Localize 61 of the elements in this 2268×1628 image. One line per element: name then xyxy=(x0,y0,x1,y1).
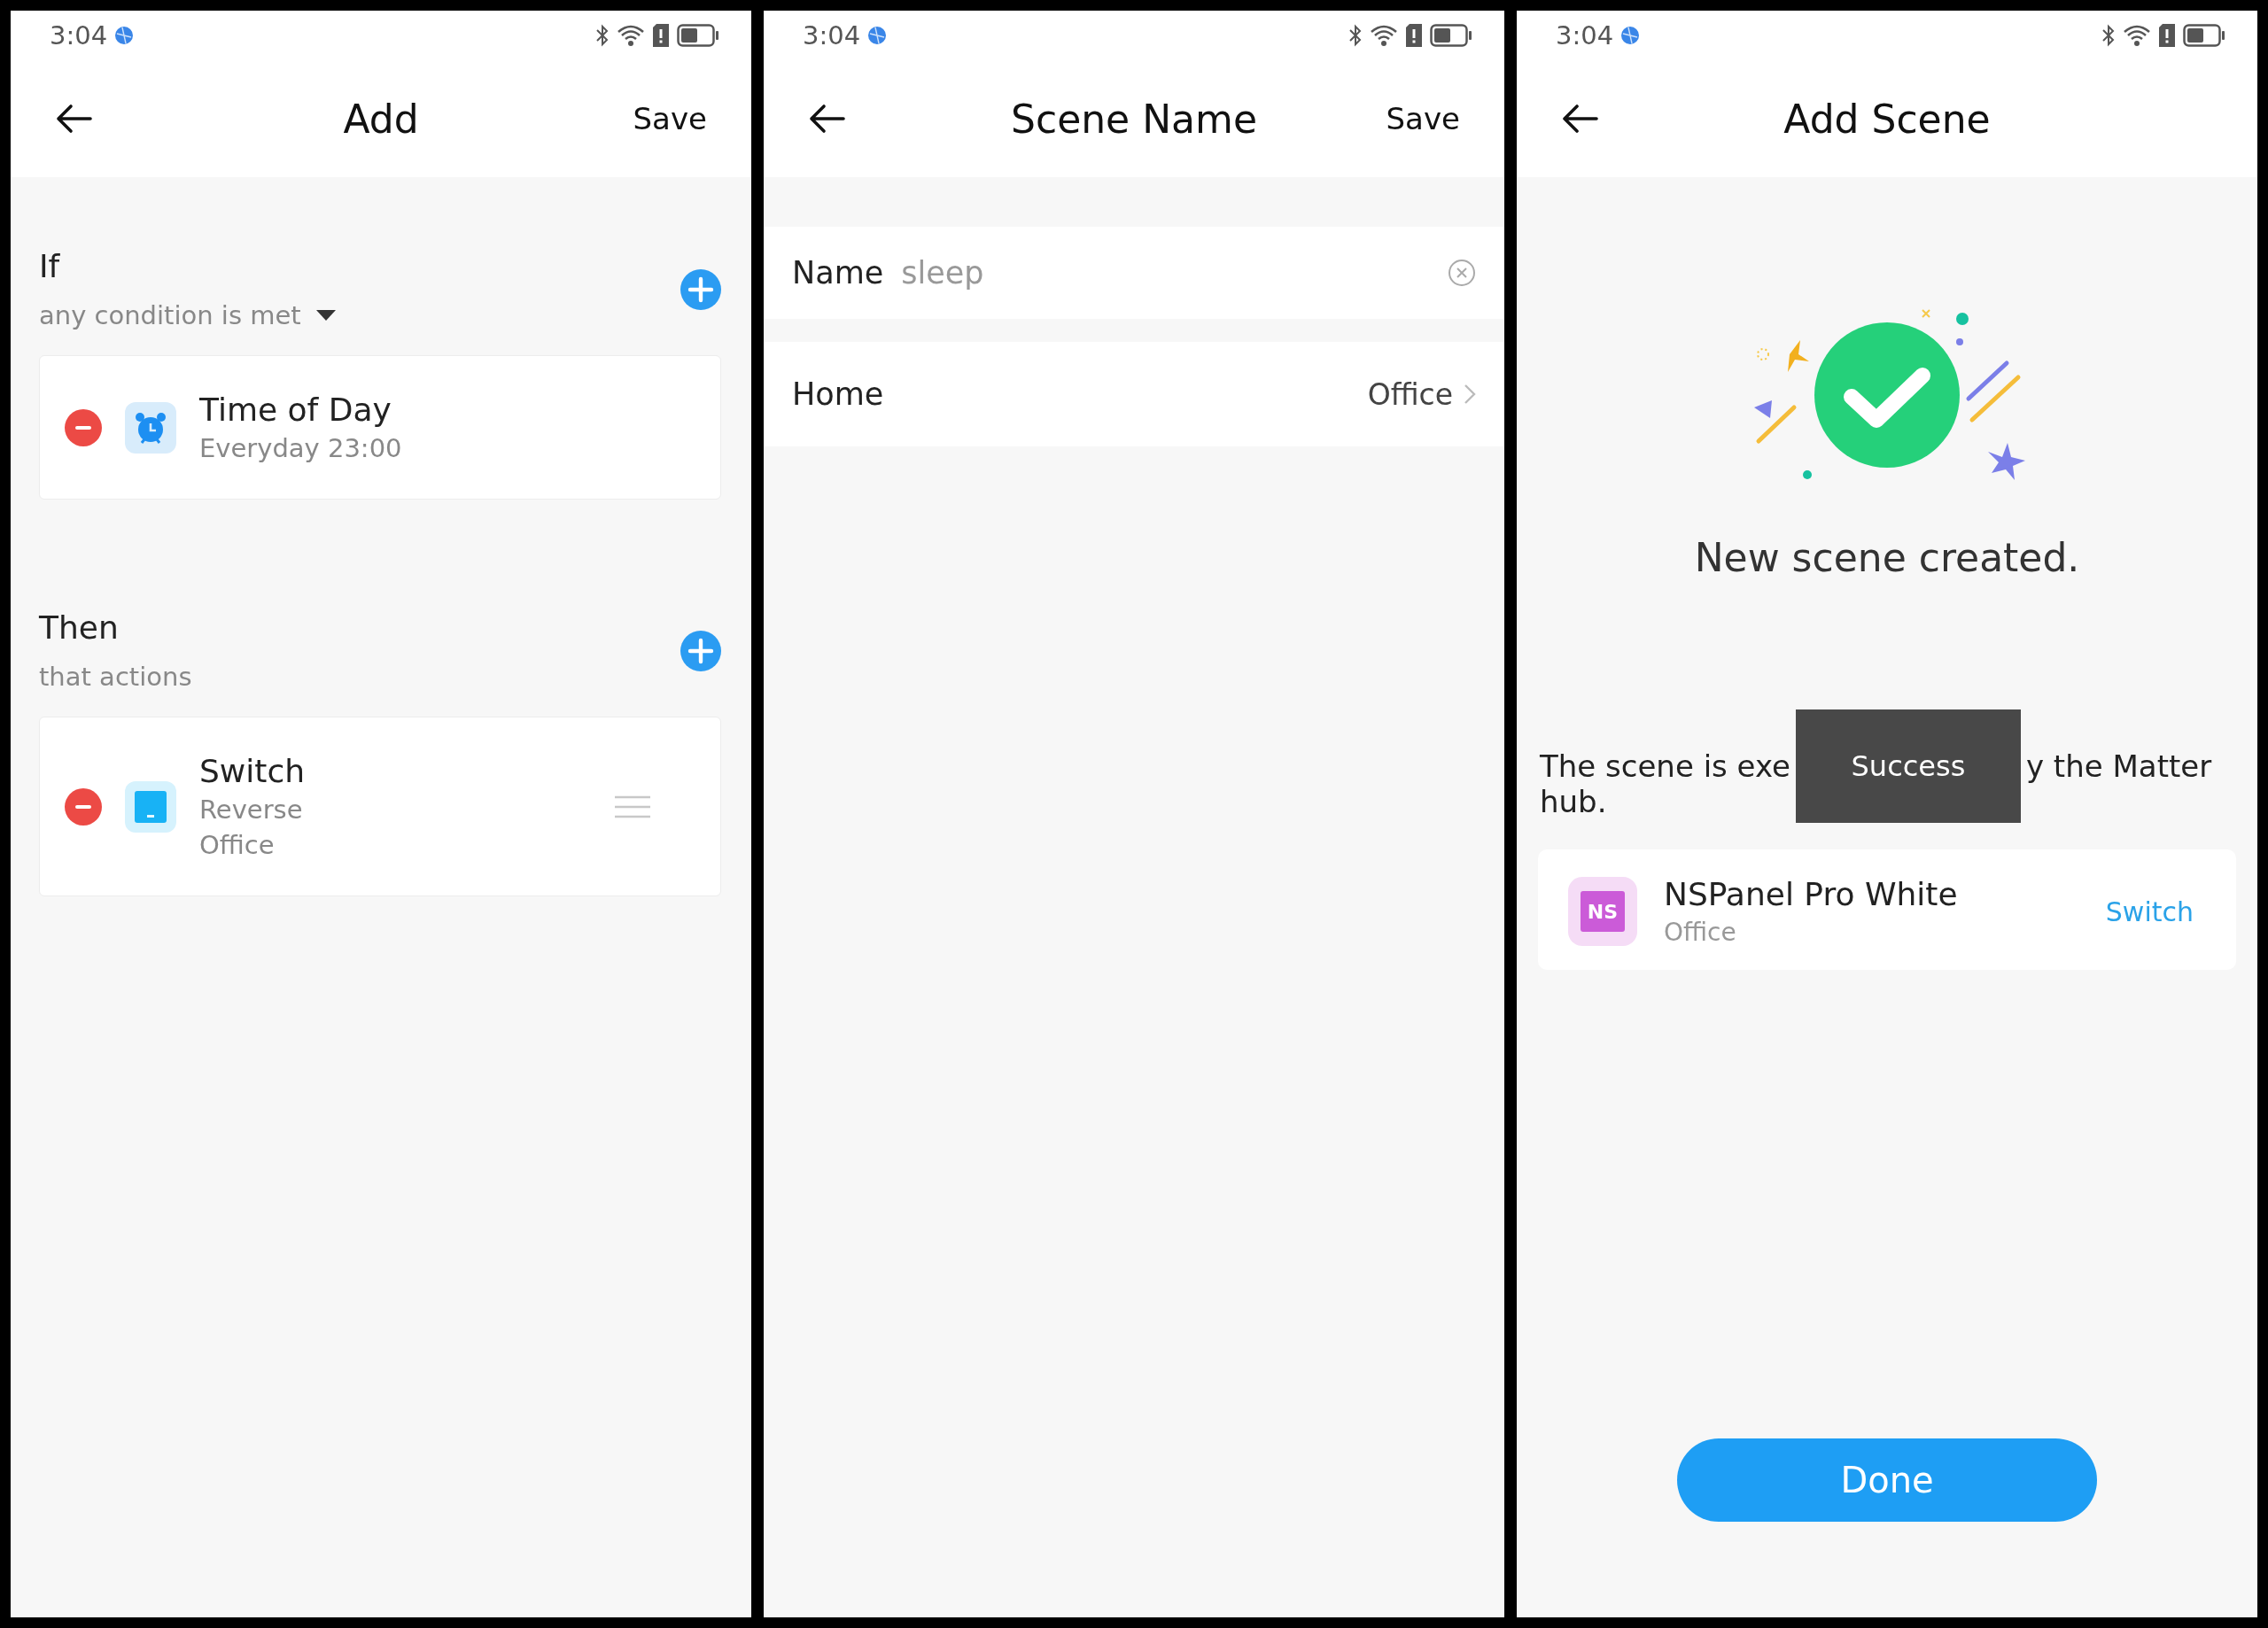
battery-icon xyxy=(2183,24,2225,47)
globe-icon xyxy=(114,26,135,45)
wifi-icon xyxy=(617,24,645,47)
field-value: sleep xyxy=(901,255,985,291)
device-name: NSPanel Pro White xyxy=(1664,876,1959,912)
field-label: Name xyxy=(792,255,884,291)
row-label: Home xyxy=(792,376,884,412)
chevron-right-icon xyxy=(1464,384,1476,405)
battery-icon xyxy=(1430,24,1472,47)
back-arrow-icon[interactable] xyxy=(1561,104,1598,134)
alarm-clock-icon xyxy=(125,401,176,454)
sim-alert-icon xyxy=(652,23,670,48)
section-subtitle: any condition is met xyxy=(39,300,301,330)
remove-icon[interactable] xyxy=(65,408,102,446)
screen-title: Add xyxy=(343,96,419,142)
wifi-icon xyxy=(2123,24,2151,47)
switch-icon xyxy=(125,780,176,833)
wifi-icon xyxy=(1370,24,1398,47)
status-time: 3:04 xyxy=(803,20,861,50)
success-message: New scene created. xyxy=(1694,535,2080,580)
back-arrow-icon[interactable] xyxy=(55,104,92,134)
item-detail: Everyday 23:00 xyxy=(199,433,403,463)
device-badge: NS xyxy=(1568,877,1637,946)
sim-alert-icon xyxy=(2158,23,2176,48)
add-icon[interactable] xyxy=(680,630,721,671)
caret-icon[interactable] xyxy=(315,309,337,322)
bluetooth-icon xyxy=(2101,24,2116,47)
back-arrow-icon[interactable] xyxy=(808,104,845,134)
home-row[interactable]: Home Office xyxy=(764,342,1504,446)
clear-icon[interactable] xyxy=(1448,259,1476,287)
save-button[interactable]: Save xyxy=(1386,101,1460,136)
item-detail: Office xyxy=(199,830,276,860)
bluetooth-icon xyxy=(595,24,610,47)
note-text: y the Matter xyxy=(2025,748,2212,784)
note-text: hub. xyxy=(1540,784,1608,819)
section-title: Then xyxy=(39,609,120,646)
row-value: Office xyxy=(1367,376,1453,412)
sim-alert-icon xyxy=(1405,23,1423,48)
section-subtitle: that actions xyxy=(39,662,192,692)
section-title: If xyxy=(39,248,61,284)
item-title: Switch xyxy=(199,753,307,789)
name-field[interactable]: Name sleep xyxy=(764,227,1504,319)
status-time: 3:04 xyxy=(1556,20,1614,50)
rule-card[interactable]: Switch Reverse Office xyxy=(39,717,721,896)
rule-card[interactable]: Time of Day Everyday 23:00 xyxy=(39,355,721,500)
add-icon[interactable] xyxy=(680,268,721,310)
item-title: Time of Day xyxy=(199,391,392,428)
note-text: The scene is exe xyxy=(1540,748,1790,784)
save-button[interactable]: Save xyxy=(633,101,707,136)
item-detail: Reverse xyxy=(199,795,304,825)
remove-icon[interactable] xyxy=(65,787,102,826)
bluetooth-icon xyxy=(1348,24,1363,47)
drag-handle-icon[interactable] xyxy=(614,795,651,818)
screen-title: Scene Name xyxy=(1011,96,1257,142)
globe-icon xyxy=(867,26,888,45)
status-time: 3:04 xyxy=(50,20,108,50)
device-room: Office xyxy=(1664,918,1737,947)
success-toast: Success xyxy=(1795,709,2021,823)
globe-icon xyxy=(1620,26,1641,45)
screen-title: Add Scene xyxy=(1783,96,1991,142)
battery-icon xyxy=(677,24,719,47)
